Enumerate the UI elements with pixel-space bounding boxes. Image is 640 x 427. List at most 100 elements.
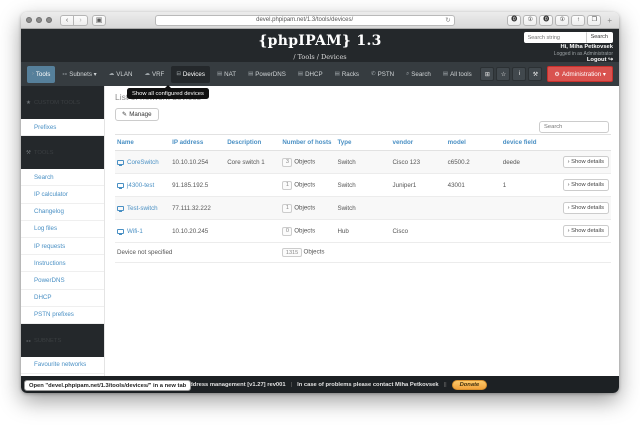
extension-button[interactable]: ❐ bbox=[587, 14, 602, 26]
maximize-window-icon[interactable] bbox=[46, 17, 52, 23]
device-type: Hub bbox=[335, 219, 391, 243]
nav-item[interactable]: ▤ NAT bbox=[212, 66, 241, 83]
nav-item[interactable]: ▤ All tools bbox=[438, 66, 477, 83]
nav-item[interactable]: ⌕ Search bbox=[401, 66, 436, 83]
forward-button[interactable]: › bbox=[74, 14, 88, 26]
new-tab-button[interactable]: + bbox=[605, 16, 614, 25]
header-search-input[interactable] bbox=[523, 32, 586, 43]
show-details-button[interactable]: › Show details bbox=[562, 179, 609, 191]
footer-bar: phpIPAM IP address management [v1.27] re… bbox=[21, 376, 619, 393]
table-search-input[interactable] bbox=[539, 121, 609, 133]
manage-button[interactable]: ✎ Manage bbox=[115, 108, 159, 121]
main-panel: List of network devices ✎ Manage NameIP … bbox=[105, 86, 619, 376]
sidebar-entry[interactable]: PSTN prefixes bbox=[21, 306, 104, 324]
column-header[interactable] bbox=[555, 134, 611, 151]
app-header: {phpIPAM} 1.3 Search Hi, Miha Petkovsek … bbox=[21, 29, 619, 63]
column-header[interactable]: Number of hosts bbox=[280, 134, 336, 151]
nav-icon-button[interactable]: ⊞ bbox=[480, 67, 495, 81]
device-ip: 10.10.20.245 bbox=[170, 219, 226, 243]
not-specified-label: Device not specified bbox=[115, 242, 281, 263]
nav-icon-button[interactable]: i bbox=[512, 67, 527, 81]
nav-item-icon: › bbox=[32, 71, 34, 77]
extension-button[interactable]: ⓿ bbox=[507, 14, 522, 26]
nav-item[interactable]: ▤ DHCP bbox=[293, 66, 328, 83]
table-body: CoreSwitch 10.10.10.254 Core switch 1 3 … bbox=[115, 150, 611, 243]
nav-buttons: ‹ › bbox=[60, 14, 88, 26]
extension-button[interactable]: ① bbox=[523, 14, 538, 26]
sidebar: ★ CUSTOM TOOLS Prefixes ⚒ TOOLS Search I… bbox=[21, 86, 105, 376]
sidebar-entry[interactable]: IP calculator bbox=[21, 186, 104, 204]
pencil-icon: ✎ bbox=[122, 111, 128, 118]
nav-item-icon: ⌕ bbox=[406, 70, 410, 77]
sidebar-section-icon: ⚏ bbox=[26, 338, 31, 345]
device-model: c6500.2 bbox=[445, 150, 501, 174]
device-field bbox=[500, 196, 556, 220]
show-details-button[interactable]: › Show details bbox=[562, 225, 609, 237]
sidebar-entry[interactable]: Changelog bbox=[21, 203, 104, 221]
column-header[interactable]: vendor bbox=[390, 134, 446, 151]
sidebar-entry-label: PSTN prefixes bbox=[34, 311, 74, 319]
column-header[interactable]: device field bbox=[500, 134, 556, 151]
column-header[interactable]: model bbox=[445, 134, 501, 151]
extension-button[interactable]: ↑ bbox=[571, 14, 586, 26]
column-header[interactable]: Type bbox=[335, 134, 391, 151]
hosts-count-badge: 1315 bbox=[282, 248, 302, 257]
sidebar-entry-label: Log files bbox=[34, 225, 58, 233]
column-header[interactable]: Name bbox=[115, 134, 171, 151]
header-search-button[interactable]: Search bbox=[585, 32, 613, 43]
reload-icon[interactable]: ↻ bbox=[445, 16, 450, 24]
sidebar-entry[interactable]: Instructions bbox=[21, 255, 104, 273]
extension-button[interactable]: ⓿ bbox=[539, 14, 554, 26]
nav-item-label: VRF bbox=[151, 70, 165, 78]
sidebar-entry[interactable]: IP requests bbox=[21, 237, 104, 256]
sidebar-entry: ⚒ TOOLS bbox=[21, 136, 104, 170]
minimize-window-icon[interactable] bbox=[36, 17, 42, 23]
nav-item-label: Subnets ▾ bbox=[69, 70, 97, 78]
nav-item[interactable]: ✆ PSTN bbox=[366, 66, 399, 83]
nav-item[interactable]: ☁ VRF bbox=[139, 66, 169, 83]
back-button[interactable]: ‹ bbox=[60, 14, 74, 26]
nav-item[interactable]: ▤ Racks bbox=[330, 66, 364, 83]
sidebar-entry[interactable]: Search bbox=[21, 169, 104, 187]
extension-button[interactable]: ① bbox=[555, 14, 570, 26]
sidebar-entry[interactable]: Prefixes bbox=[21, 119, 104, 137]
administration-button[interactable]: ⚙ Administration ▾ bbox=[547, 66, 613, 82]
nav-item[interactable]: ▤ PowerDNS bbox=[243, 66, 291, 83]
footer-contact: In case of problems please contact Miha … bbox=[297, 381, 439, 388]
nav-item-icon: ▤ bbox=[216, 71, 223, 77]
nav-item[interactable]: ☁ VLAN bbox=[104, 66, 138, 83]
nav-item[interactable]: ⚏ Subnets ▾ bbox=[57, 66, 101, 83]
nav-item-icon: ⚏ bbox=[62, 71, 68, 77]
nav-icon-button[interactable]: ☆ bbox=[496, 67, 511, 81]
device-ip: 10.10.10.254 bbox=[170, 150, 226, 174]
not-specified-hosts: 1315 Objects bbox=[280, 242, 336, 263]
device-description: Core switch 1 bbox=[225, 150, 281, 174]
sidebar-entry[interactable]: PowerDNS bbox=[21, 272, 104, 290]
device-link[interactable]: Wifi-1 bbox=[117, 228, 168, 235]
nav-item-label: NAT bbox=[224, 70, 237, 78]
close-window-icon[interactable] bbox=[26, 17, 32, 23]
sidebar-entry[interactable]: DHCP bbox=[21, 289, 104, 307]
nav-icon-button[interactable]: ⚒ bbox=[528, 67, 543, 81]
sidebar-entry[interactable]: Favourite networks bbox=[21, 356, 104, 375]
nav-item[interactable]: › Tools bbox=[27, 65, 56, 83]
column-header[interactable]: IP address bbox=[170, 134, 226, 151]
device-link[interactable]: Test-switch bbox=[117, 205, 168, 212]
nav-item-icon: ▤ bbox=[248, 71, 254, 77]
column-header[interactable]: Description bbox=[225, 134, 281, 151]
sidebar-entry-label: Prefixes bbox=[34, 123, 57, 131]
nav-icon-buttons: ⊞ ☆ i ⚒ bbox=[480, 67, 543, 81]
sidebar-entry[interactable]: Log files bbox=[21, 220, 104, 238]
show-details-button[interactable]: › Show details bbox=[562, 202, 609, 214]
show-details-button[interactable]: › Show details bbox=[562, 156, 609, 168]
sidebar-entry-label: CUSTOM TOOLS bbox=[33, 100, 81, 107]
address-bar[interactable]: devel.phpipam.net/1.3/tools/devices/ ↻ bbox=[154, 14, 455, 26]
device-link[interactable]: j4300-test bbox=[117, 182, 168, 189]
nav-item[interactable]: ⊟ Devices bbox=[171, 65, 210, 83]
sidebar-toggle-button[interactable]: ▣ bbox=[92, 14, 106, 26]
url-text: devel.phpipam.net/1.3/tools/devices/ bbox=[256, 17, 354, 23]
device-hosts: 0 Objects bbox=[280, 219, 336, 243]
device-hosts: 3 Objects bbox=[280, 150, 336, 174]
donate-button[interactable]: Donate bbox=[451, 379, 488, 390]
device-link[interactable]: CoreSwitch bbox=[117, 159, 168, 166]
